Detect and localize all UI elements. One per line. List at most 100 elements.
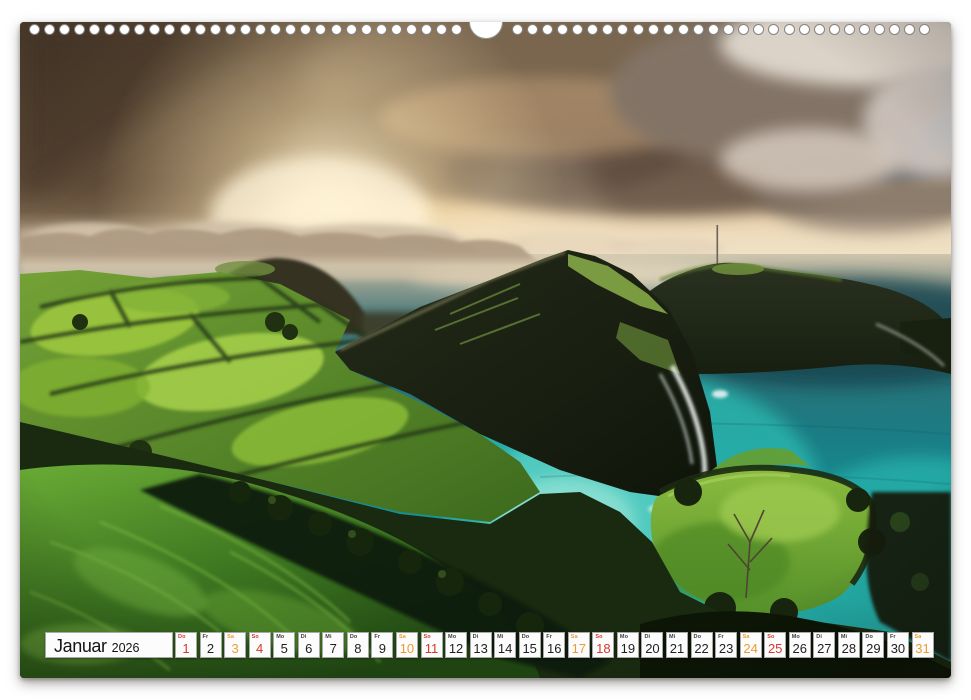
day-number: 29 xyxy=(863,642,883,656)
weekday-abbr: Do xyxy=(178,634,186,640)
day-cell: So 25 xyxy=(764,632,786,658)
binding-hole xyxy=(829,24,840,35)
day-number: 28 xyxy=(839,642,859,656)
binding-hole xyxy=(542,24,553,35)
binding-hole xyxy=(799,24,810,35)
binding-hole xyxy=(346,24,357,35)
weekday-abbr: Mi xyxy=(669,634,675,640)
day-number: 1 xyxy=(176,642,196,656)
day-number: 18 xyxy=(593,642,613,656)
month-label: Januar xyxy=(54,636,107,656)
day-number: 5 xyxy=(274,642,294,656)
binding-hole xyxy=(376,24,387,35)
day-cell: Mi 21 xyxy=(666,632,688,658)
weekday-abbr: Fr xyxy=(203,634,209,640)
day-number: 3 xyxy=(225,642,245,656)
day-cell: Sa24 xyxy=(740,632,762,658)
binding-hole xyxy=(633,24,644,35)
day-cell: Mo12 xyxy=(445,632,467,658)
weekday-abbr: Sa xyxy=(915,634,922,640)
binding-hole xyxy=(225,24,236,35)
day-number: 23 xyxy=(716,642,736,656)
day-cell: Fr9 xyxy=(371,632,393,658)
day-cell: Do29 xyxy=(862,632,884,658)
day-cell: Mi 14 xyxy=(494,632,516,658)
weekday-abbr: Mo xyxy=(620,634,628,640)
year-label: 2026 xyxy=(112,641,140,655)
day-number: 12 xyxy=(446,642,466,656)
day-number: 7 xyxy=(323,642,343,656)
day-number: 21 xyxy=(667,642,687,656)
day-number: 11 xyxy=(422,642,442,656)
day-cell: Sa17 xyxy=(568,632,590,658)
weekday-abbr: Do xyxy=(350,634,358,640)
binding-hole xyxy=(240,24,251,35)
day-cell: Fr 23 xyxy=(715,632,737,658)
binding-hole xyxy=(391,24,402,35)
day-cell: So 18 xyxy=(592,632,614,658)
day-cell: Do 8 xyxy=(347,632,369,658)
day-cell: Fr 30 xyxy=(887,632,909,658)
binding-hole xyxy=(693,24,704,35)
binding-hole xyxy=(784,24,795,35)
weekday-abbr: Di xyxy=(301,634,307,640)
binding-hole xyxy=(104,24,115,35)
binding-hole xyxy=(678,24,689,35)
day-cell: Do 1 xyxy=(175,632,197,658)
month-box: Januar 2026 xyxy=(45,632,173,658)
day-number: 16 xyxy=(544,642,564,656)
binding-hole xyxy=(29,24,40,35)
weekday-abbr: Fr xyxy=(890,634,896,640)
day-number: 14 xyxy=(495,642,515,656)
binding-hole xyxy=(648,24,659,35)
day-number: 20 xyxy=(642,642,662,656)
day-cell: Do22 xyxy=(691,632,713,658)
day-number: 26 xyxy=(790,642,810,656)
binding-hole xyxy=(557,24,568,35)
weekday-abbr: Mo xyxy=(276,634,284,640)
day-cell: Mo26 xyxy=(789,632,811,658)
weekday-abbr: Di xyxy=(644,634,650,640)
weekday-abbr: Mi xyxy=(325,634,331,640)
day-number: 25 xyxy=(765,642,785,656)
day-number: 6 xyxy=(299,642,319,656)
day-number: 15 xyxy=(520,642,540,656)
binding-hole xyxy=(708,24,719,35)
day-number: 17 xyxy=(569,642,589,656)
binding-hole xyxy=(210,24,221,35)
day-cell: Mo 5 xyxy=(273,632,295,658)
day-number: 13 xyxy=(471,642,491,656)
weekday-abbr: Fr xyxy=(718,634,724,640)
weekday-abbr: So xyxy=(767,634,774,640)
binding-hole xyxy=(255,24,266,35)
day-cell: Sa3 xyxy=(224,632,246,658)
day-cell: Di 20 xyxy=(641,632,663,658)
binding-hole xyxy=(59,24,70,35)
day-number: 2 xyxy=(201,642,221,656)
day-cell: So4 xyxy=(249,632,271,658)
day-cell: Di 6 xyxy=(298,632,320,658)
binding-hole xyxy=(663,24,674,35)
day-cell: Mi 7 xyxy=(322,632,344,658)
day-cell: Fr 2 xyxy=(200,632,222,658)
landscape-scene xyxy=(20,22,951,678)
day-cell: Di13 xyxy=(470,632,492,658)
binding-hole xyxy=(527,24,538,35)
binding-hole xyxy=(361,24,372,35)
day-cell: Sa31 xyxy=(912,632,934,658)
binding-hole xyxy=(814,24,825,35)
day-number: 19 xyxy=(618,642,638,656)
binding-hole xyxy=(406,24,417,35)
binding-hole xyxy=(512,24,523,35)
day-number: 9 xyxy=(372,642,392,656)
day-cell: Sa10 xyxy=(396,632,418,658)
weekday-abbr: Fr xyxy=(546,634,552,640)
weekday-abbr: Di xyxy=(816,634,822,640)
weekday-abbr: Sa xyxy=(399,634,406,640)
weekday-abbr: Mi xyxy=(497,634,503,640)
weekday-abbr: So xyxy=(252,634,259,640)
day-number: 30 xyxy=(888,642,908,656)
weekday-abbr: So xyxy=(424,634,431,640)
day-number: 8 xyxy=(348,642,368,656)
weekday-abbr: So xyxy=(595,634,602,640)
